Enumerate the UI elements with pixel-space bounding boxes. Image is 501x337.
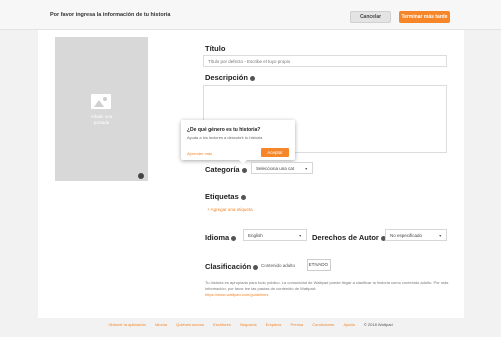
- chevron-down-icon: ▼: [304, 167, 308, 171]
- image-icon: [91, 94, 111, 109]
- description-label: Descripción: [205, 73, 255, 82]
- tags-label-text: Etiquetas: [205, 192, 239, 201]
- tags-label: Etiquetas: [205, 192, 246, 201]
- learn-more-link[interactable]: Aprender más: [187, 151, 212, 156]
- tags-info-icon[interactable]: [240, 194, 246, 200]
- category-label: Categoría: [205, 165, 247, 174]
- tooltip-body: Ayuda a los lectores a descubrir tu hist…: [187, 135, 263, 140]
- footer: Obtener la aplicación Idioma Quiénes som…: [0, 322, 501, 337]
- category-value: Selecciona una cat: [256, 166, 295, 171]
- rating-help-text: Tu historia es apropiada para todo públi…: [205, 280, 450, 298]
- footer-link-app[interactable]: Obtener la aplicación: [108, 322, 146, 327]
- mature-content-toggle[interactable]: ETIVADO: [307, 259, 331, 271]
- rating-label-text: Clasificación: [205, 262, 252, 271]
- add-cover-area[interactable]: Añadir una portada: [55, 37, 148, 181]
- footer-link-about[interactable]: Quiénes somos: [176, 322, 204, 327]
- page-title: Por favor ingresa la información de tu h…: [50, 12, 171, 18]
- language-label-text: Idioma: [205, 233, 230, 242]
- tooltip-arrow: [239, 160, 247, 164]
- category-select[interactable]: Selecciona una cat ▼: [251, 162, 313, 174]
- add-tag-link[interactable]: + Agregar una etiqueta: [207, 207, 253, 212]
- rating-label: Clasificación: [205, 262, 259, 271]
- tooltip-title: ¿De qué género es tu historia?: [187, 127, 261, 133]
- footer-copyright: © 2018 Wattpad: [363, 322, 393, 327]
- mature-content-label: Contenido adulto: [261, 263, 296, 268]
- description-info-icon[interactable]: [249, 75, 255, 81]
- copyright-label: Derechos de Autor: [312, 233, 386, 242]
- footer-link-language[interactable]: Idioma: [155, 322, 167, 327]
- language-select[interactable]: English ▼: [243, 229, 307, 241]
- cancel-button[interactable]: Cancelar: [350, 11, 391, 23]
- rating-info-icon[interactable]: [253, 264, 259, 270]
- copyright-label-text: Derechos de Autor: [312, 233, 379, 242]
- category-info-icon[interactable]: [241, 167, 247, 173]
- finish-later-button[interactable]: Terminar más tarde: [399, 11, 450, 23]
- footer-link-help[interactable]: Ayuda: [343, 322, 354, 327]
- footer-link-press[interactable]: Prensa: [290, 322, 303, 327]
- copyright-select[interactable]: No especificado ▼: [385, 229, 447, 241]
- category-label-text: Categoría: [205, 165, 240, 174]
- help-text: Tu historia es apropiada para todo públi…: [205, 280, 449, 291]
- copyright-value: No especificado: [390, 233, 423, 238]
- accept-button[interactable]: Aceptar: [261, 148, 289, 157]
- guidelines-link[interactable]: https://www.wattpad.com/guidelines: [205, 292, 268, 297]
- chevron-down-icon: ▼: [438, 234, 442, 238]
- chevron-down-icon: ▼: [298, 234, 302, 238]
- footer-link-writers[interactable]: Escritores: [213, 322, 231, 327]
- description-label-text: Descripción: [205, 73, 248, 82]
- top-bar: Por favor ingresa la información de tu h…: [0, 0, 501, 30]
- footer-link-business[interactable]: Negocios: [240, 322, 257, 327]
- footer-link-terms[interactable]: Condiciones: [312, 322, 334, 327]
- language-label: Idioma: [205, 233, 237, 242]
- footer-link-jobs[interactable]: Empleos: [266, 322, 282, 327]
- language-info-icon[interactable]: [231, 235, 237, 241]
- cover-info-icon[interactable]: [138, 173, 144, 179]
- add-cover-label: Añadir una portada: [90, 114, 113, 125]
- title-label: Título: [205, 44, 226, 53]
- language-value: English: [248, 233, 263, 238]
- genre-tooltip: ¿De qué género es tu historia? Ayuda a l…: [181, 120, 295, 164]
- title-input[interactable]: [203, 55, 447, 67]
